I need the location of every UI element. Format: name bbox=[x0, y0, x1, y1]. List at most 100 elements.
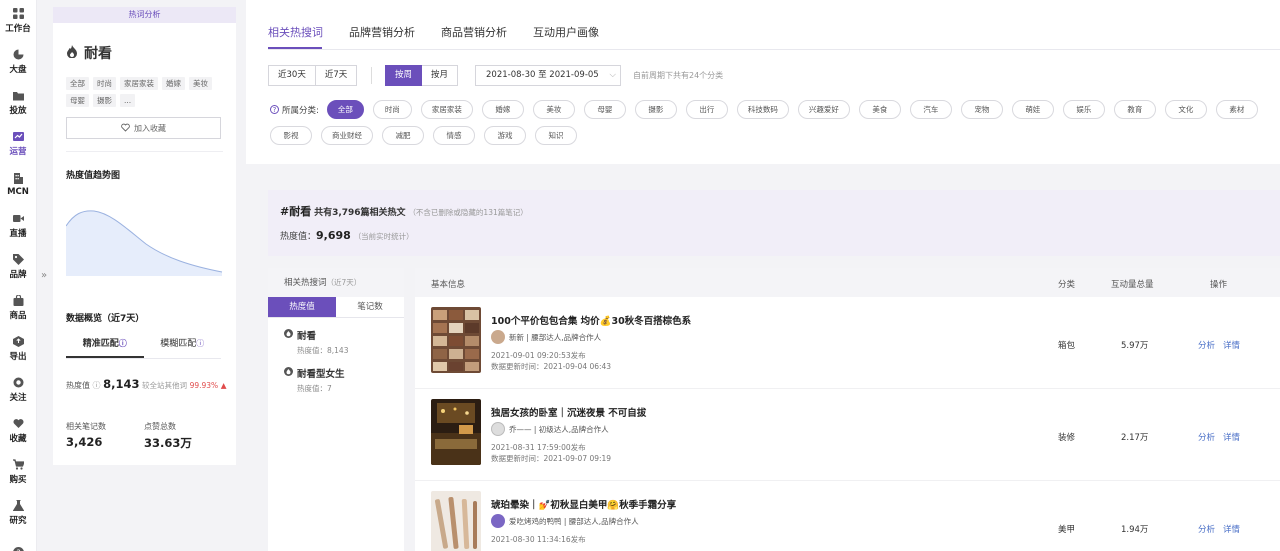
category-chip[interactable]: 家居家装 bbox=[420, 100, 473, 119]
nav-item-follow[interactable]: 关注 bbox=[0, 369, 36, 410]
tab-fuzzy-match[interactable]: 模糊匹配ⓘ bbox=[144, 333, 222, 358]
related-word-item[interactable]: 耐看 热度值：8,143 bbox=[268, 318, 404, 356]
related-word-item[interactable]: 耐看型女生 热度值：7 bbox=[268, 356, 404, 394]
nav-item-delivery[interactable]: 投放 bbox=[0, 82, 36, 123]
nav-item-goods[interactable]: 商品 bbox=[0, 287, 36, 328]
add-favorite-button[interactable]: 加入收藏 bbox=[66, 117, 221, 139]
nav-item-research[interactable]: 研究 bbox=[0, 492, 36, 533]
nav-item-mcn[interactable]: MCN bbox=[0, 164, 36, 205]
note-title[interactable]: 独居女孩的卧室｜沉迷夜景 不可自拔 bbox=[491, 405, 646, 419]
related-title: 相关热搜词 bbox=[284, 278, 327, 288]
category-chip[interactable]: 科技数码 bbox=[736, 100, 789, 119]
tab-user-portrait[interactable]: 互动用户画像 bbox=[533, 24, 599, 52]
range-selector: 近30天 近7天 bbox=[268, 65, 358, 86]
note-published: 2021-08-30 11:34:16发布 bbox=[491, 535, 586, 544]
date-range-select[interactable]: 2021-08-30 至 2021-09-05 ⌵ bbox=[475, 65, 621, 86]
heat-note: （当前实时统计） bbox=[353, 232, 414, 241]
collapse-toggle[interactable]: » bbox=[41, 270, 47, 281]
nav-item-market[interactable]: 大盘 bbox=[0, 41, 36, 82]
eye-icon bbox=[13, 377, 24, 388]
nav-item-export[interactable]: 导出 bbox=[0, 328, 36, 369]
by-month-button[interactable]: 按月 bbox=[422, 65, 459, 86]
note-interactions: 5.97万 bbox=[1121, 341, 1149, 351]
category-chip[interactable]: 美妆 bbox=[532, 100, 575, 119]
category-chip[interactable]: 游戏 bbox=[484, 126, 526, 145]
category-chip[interactable]: 汽车 bbox=[909, 100, 952, 119]
avatar bbox=[491, 422, 505, 436]
sort-by-heat-tab[interactable]: 热度值 bbox=[268, 297, 336, 317]
table-row[interactable]: 100个平价包包合集 均价💰30秋冬百搭棕色系 新新 | 腰部达人,品牌合作人 … bbox=[415, 297, 1280, 389]
sort-by-notes-tab[interactable]: 笔记数 bbox=[336, 297, 404, 317]
note-title[interactable]: 100个平价包包合集 均价💰30秋冬百搭棕色系 bbox=[491, 313, 691, 327]
nav-item-buy[interactable]: 购买 bbox=[0, 451, 36, 492]
nav-item-workbench[interactable]: 工作台 bbox=[0, 0, 36, 41]
filter-panel: 相关热搜词 品牌营销分析 商品营销分析 互动用户画像 近30天 近7天 按周 按… bbox=[246, 0, 1280, 164]
col-header-interactions: 互动量总量 bbox=[1111, 280, 1154, 290]
flame-icon bbox=[66, 44, 78, 62]
summary-note: （不含已删除或隐藏的131篇笔记） bbox=[408, 208, 528, 217]
keyword-title: 耐看 bbox=[66, 43, 236, 63]
help-circle-icon: ⓘ bbox=[92, 381, 101, 390]
category-chip[interactable]: 商业财经 bbox=[321, 126, 373, 145]
table-row[interactable]: 独居女孩的卧室｜沉迷夜景 不可自拔 乔—— | 初级达人,品牌合作人 2021-… bbox=[415, 389, 1280, 481]
category-chip[interactable]: 素材 bbox=[1215, 100, 1258, 119]
category-chip[interactable]: 出行 bbox=[685, 100, 728, 119]
flame-icon bbox=[284, 367, 293, 379]
category-chip[interactable]: 文化 bbox=[1164, 100, 1207, 119]
tab-brand-marketing[interactable]: 品牌营销分析 bbox=[349, 24, 415, 52]
category-chip[interactable]: 宠物 bbox=[960, 100, 1003, 119]
tab-exact-match[interactable]: 精准匹配ⓘ bbox=[66, 333, 144, 358]
tab-product-marketing[interactable]: 商品营销分析 bbox=[441, 24, 507, 52]
category-chip[interactable]: 兴趣爱好 bbox=[797, 100, 850, 119]
category-chip[interactable]: 摄影 bbox=[634, 100, 677, 119]
stat-value: 8,143 bbox=[103, 377, 140, 391]
category-chip[interactable]: 时尚 bbox=[372, 100, 412, 119]
range-30d-button[interactable]: 近30天 bbox=[268, 65, 316, 86]
category-chip[interactable]: 减肥 bbox=[382, 126, 424, 145]
analyze-link[interactable]: 分析 bbox=[1198, 341, 1215, 351]
active-tab-underline bbox=[268, 47, 322, 49]
nav-item-operation[interactable]: 运营 bbox=[0, 123, 36, 164]
category-chip[interactable]: 娱乐 bbox=[1062, 100, 1105, 119]
nav-item-brand[interactable]: 品牌 bbox=[0, 246, 36, 287]
analyze-link[interactable]: 分析 bbox=[1198, 525, 1215, 535]
category-chip[interactable]: 美食 bbox=[858, 100, 901, 119]
bag-icon bbox=[13, 294, 24, 306]
nav-item-live[interactable]: 直播 bbox=[0, 205, 36, 246]
detail-link[interactable]: 详情 bbox=[1223, 341, 1240, 351]
category-chip[interactable]: 婚嫁 bbox=[481, 100, 524, 119]
category-chip-all[interactable]: 全部 bbox=[326, 100, 364, 119]
category-chip[interactable]: 萌娃 bbox=[1011, 100, 1054, 119]
heart-icon bbox=[12, 418, 24, 429]
analyze-link[interactable]: 分析 bbox=[1198, 433, 1215, 443]
stat-label: 热度值 bbox=[66, 381, 90, 390]
category-chip[interactable]: 情感 bbox=[433, 126, 475, 145]
related-word-heat: 热度值：7 bbox=[297, 384, 332, 393]
table-row[interactable]: 琥珀晕染｜💅初秋显白美甲🤗秋季手霜分享 爱吃烤鸡的鸭鸭 | 腰部达人,品牌合作人… bbox=[415, 481, 1280, 551]
detail-link[interactable]: 详情 bbox=[1223, 525, 1240, 535]
col-header-basic-info: 基本信息 bbox=[431, 280, 466, 290]
category-chip[interactable]: 知识 bbox=[535, 126, 577, 145]
by-week-button[interactable]: 按周 bbox=[385, 65, 423, 86]
category-filter: ? 所属分类: 全部 时尚 家居家装 婚嫁 美妆 母婴 摄影 出行 科技数码 兴趣… bbox=[270, 100, 1275, 145]
date-hint: 自前周期下共有24个分类 bbox=[633, 71, 724, 80]
range-7d-button[interactable]: 近7天 bbox=[315, 65, 358, 86]
category-chip[interactable]: 影视 bbox=[270, 126, 312, 145]
category-chip[interactable]: 母婴 bbox=[583, 100, 626, 119]
keyword-tag-more[interactable]: ... bbox=[120, 94, 136, 107]
detail-link[interactable]: 详情 bbox=[1223, 433, 1240, 443]
divider bbox=[66, 151, 223, 152]
nav-item-collect[interactable]: 收藏 bbox=[0, 410, 36, 451]
keyword-tag: 婚嫁 bbox=[162, 77, 185, 90]
nav-label: 导出 bbox=[9, 351, 27, 362]
category-chip[interactable]: 教育 bbox=[1113, 100, 1156, 119]
note-thumbnail[interactable] bbox=[431, 307, 481, 373]
stat-value: 33.63万 bbox=[144, 436, 192, 450]
help-circle-icon: ⓘ bbox=[118, 339, 127, 348]
note-title[interactable]: 琥珀晕染｜💅初秋显白美甲🤗秋季手霜分享 bbox=[491, 497, 676, 511]
note-thumbnail[interactable] bbox=[431, 399, 481, 465]
trend-title: 热度值趋势图 bbox=[66, 171, 121, 181]
note-thumbnail[interactable] bbox=[431, 491, 481, 551]
related-hot-words: 相关热搜词（近7天） 热度值 笔记数 耐看 热度值：8,143 耐看型女生 热度… bbox=[268, 268, 404, 551]
nav-item-help[interactable]: ? bbox=[0, 533, 36, 551]
